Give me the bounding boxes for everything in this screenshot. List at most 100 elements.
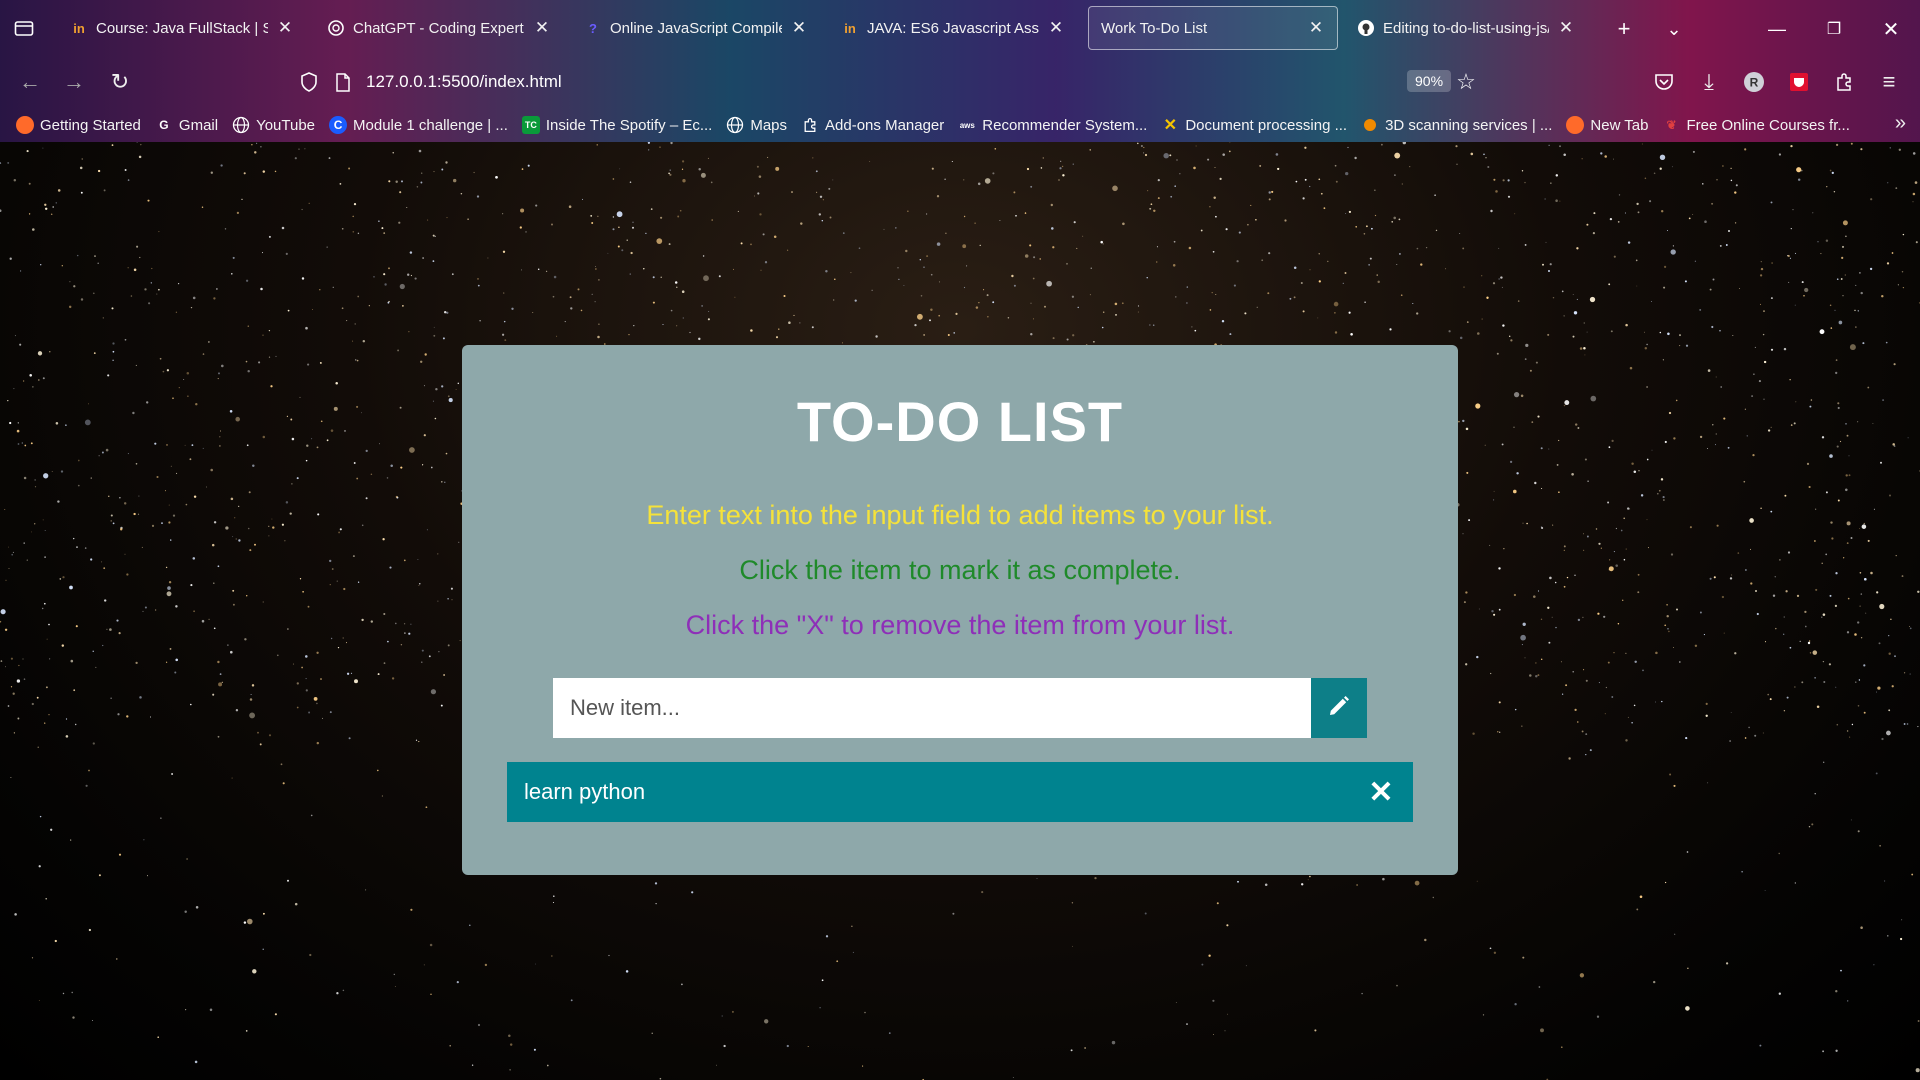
close-tab-icon[interactable]: ✕ <box>1557 18 1575 37</box>
url-text[interactable]: 127.0.0.1:5500/index.html <box>366 72 562 92</box>
close-window-icon[interactable]: ✕ <box>1876 14 1906 44</box>
star <box>1077 306 1079 309</box>
star <box>201 619 205 623</box>
star <box>883 228 885 230</box>
bookmark-maps[interactable]: Maps <box>726 116 787 134</box>
page-icon[interactable] <box>330 69 356 95</box>
star <box>1875 772 1878 775</box>
star <box>395 495 398 498</box>
bookmark-free-online-courses[interactable]: ❦ Free Online Courses fr... <box>1663 116 1849 134</box>
star <box>319 362 322 364</box>
todo-list-item[interactable]: learn python ✕ <box>507 762 1413 822</box>
close-tab-icon[interactable]: ✕ <box>1307 18 1325 37</box>
extensions-puzzle-icon[interactable] <box>1828 66 1860 98</box>
bookmark-gmail[interactable]: G Gmail <box>155 116 218 134</box>
bookmark-3d-scanning[interactable]: 3D scanning services | ... <box>1361 116 1552 134</box>
download-icon[interactable]: ⤓ <box>1693 66 1725 98</box>
close-tab-icon[interactable]: ✕ <box>1047 18 1065 37</box>
star <box>52 206 55 208</box>
star <box>1640 494 1644 497</box>
tab-chatgpt[interactable]: ChatGPT - Coding Expert ✕ <box>315 6 563 50</box>
todo-item-text[interactable]: learn python <box>524 779 1366 805</box>
star <box>245 279 249 282</box>
star <box>1598 542 1601 545</box>
star <box>818 213 822 216</box>
star <box>1790 144 1793 148</box>
close-tab-icon[interactable]: ✕ <box>276 18 294 37</box>
star <box>395 180 398 183</box>
bookmark-document-processing[interactable]: ✕ Document processing ... <box>1161 116 1347 135</box>
star <box>1462 247 1465 250</box>
star <box>302 591 304 593</box>
star <box>1770 297 1773 300</box>
bookmarks-overflow-icon[interactable]: » <box>1895 112 1906 135</box>
back-icon[interactable]: ← <box>14 66 46 98</box>
star <box>952 912 955 915</box>
star <box>7 161 10 164</box>
tab-course-java[interactable]: in Course: Java FullStack | SEC ✕ <box>58 6 306 50</box>
new-item-input[interactable] <box>553 678 1311 738</box>
star <box>1744 408 1747 410</box>
star <box>1734 222 1737 224</box>
star <box>707 318 710 321</box>
star <box>698 337 701 341</box>
address-bar[interactable]: 127.0.0.1:5500/index.html 90% ☆ <box>290 62 1476 102</box>
star <box>1583 347 1586 350</box>
tab-github-editing[interactable]: Editing to-do-list-using-js/R ✕ <box>1345 6 1587 50</box>
star <box>268 535 270 537</box>
menu-icon[interactable]: ≡ <box>1873 66 1905 98</box>
star <box>953 332 955 334</box>
star <box>1752 453 1755 457</box>
star <box>383 612 386 616</box>
shield-icon[interactable] <box>296 69 322 95</box>
bookmark-module-1-challenge[interactable]: C Module 1 challenge | ... <box>329 116 508 134</box>
list-all-tabs-icon[interactable]: ⌄ <box>1659 14 1689 44</box>
close-tab-icon[interactable]: ✕ <box>790 18 808 37</box>
star <box>1334 164 1337 167</box>
minimize-icon[interactable]: — <box>1762 14 1792 44</box>
reload-icon[interactable]: ↻ <box>104 66 136 98</box>
star <box>1318 280 1321 283</box>
star <box>26 559 28 561</box>
star <box>1284 219 1287 222</box>
forward-icon[interactable]: → <box>58 66 90 98</box>
bookmark-label: Inside The Spotify – Ec... <box>545 116 713 134</box>
star <box>418 584 420 586</box>
star <box>373 276 375 278</box>
star <box>757 192 760 195</box>
bookmark-new-tab[interactable]: New Tab <box>1566 116 1649 134</box>
zoom-level[interactable]: 90% <box>1407 70 1452 92</box>
star <box>1751 395 1754 398</box>
remove-item-button[interactable]: ✕ <box>1366 775 1396 810</box>
star <box>16 679 21 683</box>
star <box>221 364 224 368</box>
account-avatar-icon[interactable]: R <box>1738 66 1770 98</box>
star <box>171 773 174 775</box>
add-item-button[interactable] <box>1311 678 1367 738</box>
bookmark-star-icon[interactable]: ☆ <box>1453 69 1479 95</box>
bookmark-recommender-system[interactable]: aws Recommender System... <box>958 116 1148 134</box>
star <box>1656 492 1659 495</box>
bookmark-youtube[interactable]: YouTube <box>232 116 315 134</box>
star <box>1610 330 1613 333</box>
star <box>16 429 20 433</box>
pocket-icon[interactable] <box>1648 66 1680 98</box>
extension-shield-icon[interactable] <box>1783 66 1815 98</box>
star <box>270 385 273 388</box>
star <box>1516 472 1519 475</box>
close-tab-icon[interactable]: ✕ <box>533 18 551 37</box>
bookmark-getting-started[interactable]: Getting Started <box>16 116 141 134</box>
star <box>1042 157 1045 159</box>
new-tab-icon[interactable]: + <box>1609 14 1639 44</box>
star <box>1483 153 1485 156</box>
bookmark-addons-manager[interactable]: Add-ons Manager <box>801 116 944 134</box>
bookmark-inside-spotify[interactable]: TC Inside The Spotify – Ec... <box>521 116 713 134</box>
star <box>564 321 566 323</box>
star <box>1455 145 1458 148</box>
tab-work-todo-list[interactable]: Work To-Do List ✕ <box>1088 6 1338 50</box>
tab-online-js-compiler[interactable]: ? Online JavaScript Compiler ✕ <box>572 6 820 50</box>
restore-icon[interactable]: ❐ <box>1819 14 1849 44</box>
star <box>424 353 427 356</box>
tab-java-es6[interactable]: in JAVA: ES6 Javascript Assignm ✕ <box>829 6 1077 50</box>
tab-list-icon[interactable] <box>10 14 38 42</box>
